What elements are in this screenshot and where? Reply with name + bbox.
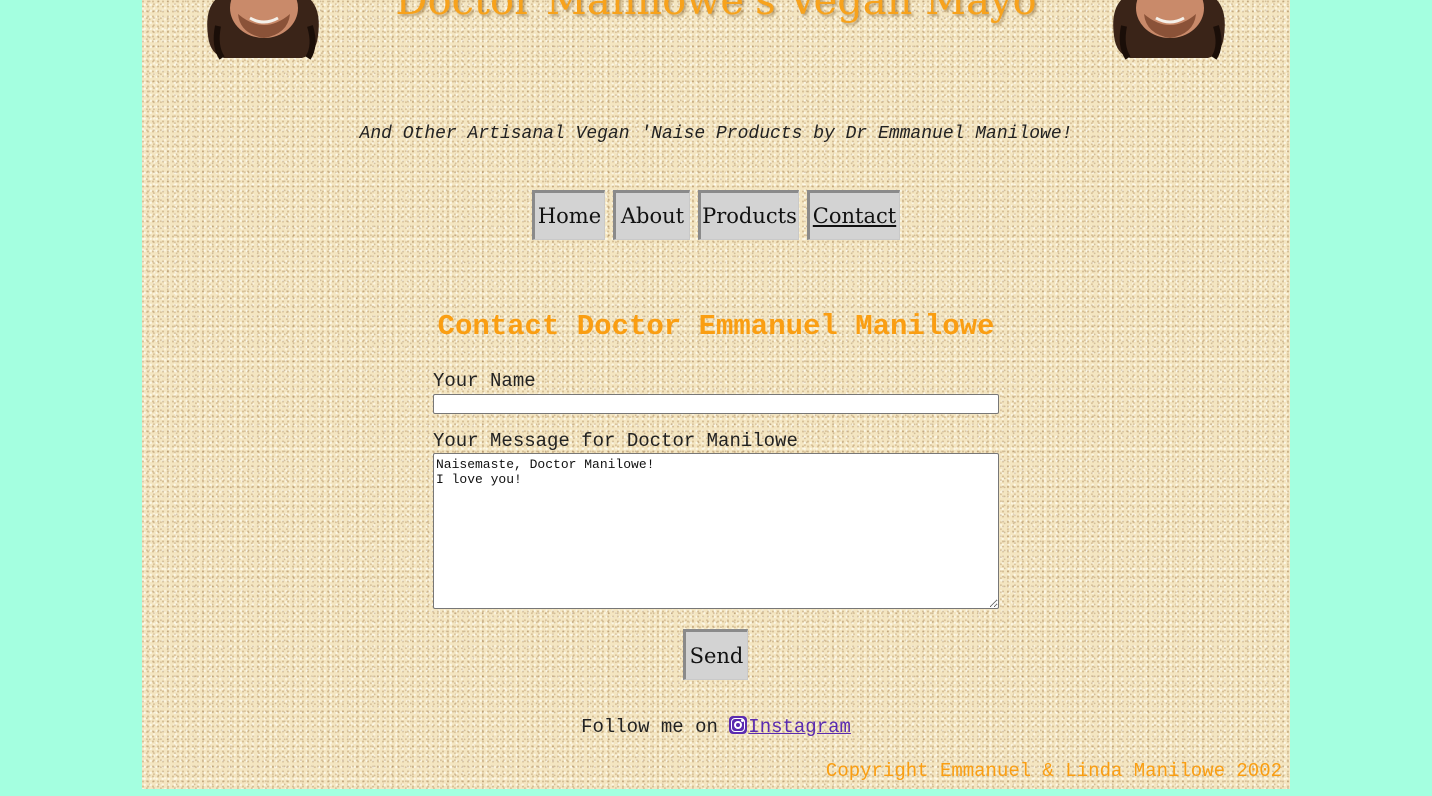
instagram-link[interactable]: Instagram <box>748 716 851 738</box>
name-field-label: Your Name <box>433 370 536 392</box>
nav-about-label: About <box>620 204 685 228</box>
nav-about-button[interactable]: About <box>613 190 690 240</box>
nav-home-button[interactable]: Home <box>532 190 605 240</box>
send-button[interactable]: Send <box>683 629 748 680</box>
nav-home-label: Home <box>537 204 602 228</box>
doctor-face-image-right <box>1104 0 1234 62</box>
follow-text: Follow me on <box>581 716 730 738</box>
name-input[interactable] <box>433 394 999 414</box>
tagline: And Other Artisanal Vegan 'Naise Product… <box>359 124 1073 144</box>
page-container: Doctor Manilowe's Vegan Mayo And Other A… <box>142 0 1290 789</box>
nav-products-label: Products <box>702 204 797 228</box>
contact-heading: Contact Doctor Emmanuel Manilowe <box>437 310 995 343</box>
instagram-icon[interactable] <box>729 716 748 734</box>
nav-contact-label: Contact <box>812 204 897 228</box>
message-field-label: Your Message for Doctor Manilowe <box>433 430 798 452</box>
nav-contact-button[interactable]: Contact <box>807 190 900 240</box>
send-button-label: Send <box>689 643 744 668</box>
copyright-text: Copyright Emmanuel & Linda Manilowe 2002 <box>825 760 1282 782</box>
message-textarea[interactable]: Naisemaste, Doctor Manilowe! I love you! <box>433 453 999 609</box>
follow-line: Follow me on Instagram <box>142 716 1290 738</box>
nav-products-button[interactable]: Products <box>698 190 799 240</box>
